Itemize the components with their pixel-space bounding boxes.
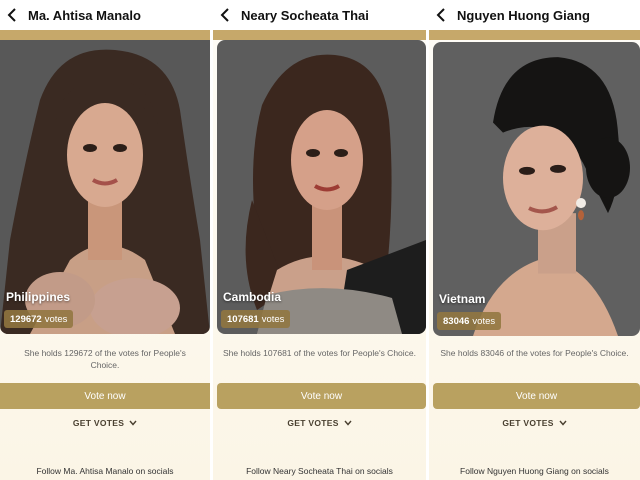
- get-votes-label: GET VOTES: [502, 418, 554, 428]
- page-header: Neary Socheata Thai: [213, 0, 426, 30]
- follow-suffix: on socials: [355, 466, 393, 476]
- votes-unit: votes: [261, 313, 285, 325]
- get-votes-label: GET VOTES: [287, 418, 339, 428]
- chevron-left-icon[interactable]: [6, 7, 20, 23]
- votes-unit: votes: [472, 315, 496, 327]
- follow-label: Follow: [36, 466, 62, 476]
- vote-now-button[interactable]: Vote now: [0, 383, 210, 409]
- follow-contestant-name: Neary Socheata Thai: [273, 466, 353, 476]
- follow-contestant-name: Ma. Ahtisa Manalo: [63, 466, 134, 476]
- votes-unit: votes: [44, 313, 68, 325]
- get-votes-toggle[interactable]: GET VOTES: [213, 416, 426, 430]
- country-label: Cambodia: [223, 290, 282, 304]
- follow-label: Follow: [460, 466, 485, 476]
- contestant-name-title: Neary Socheata Thai: [241, 7, 369, 23]
- follow-socials-text[interactable]: Follow Nguyen Huong Giang on socials: [429, 466, 640, 476]
- vote-count-badge: 83046 votes: [437, 312, 502, 330]
- follow-suffix: on socials: [571, 466, 609, 476]
- vote-now-button[interactable]: Vote now: [433, 383, 640, 409]
- chevron-left-icon[interactable]: [219, 7, 233, 23]
- vote-now-button[interactable]: Vote now: [217, 383, 426, 409]
- votes-description: She holds 107681 of the votes for People…: [223, 348, 417, 358]
- contestant-panel-vietnam: Nguyen Huong Giang Vietnam 83046 votes S…: [429, 0, 640, 480]
- contestant-photo-card[interactable]: Cambodia 107681 votes: [217, 40, 426, 334]
- follow-socials-text[interactable]: Follow Ma. Ahtisa Manalo on socials: [0, 466, 210, 476]
- follow-label: Follow: [246, 466, 271, 476]
- vote-count-badge: 129672 votes: [4, 310, 74, 328]
- page-header: Ma. Ahtisa Manalo: [0, 0, 210, 30]
- chevron-down-icon: [559, 420, 567, 426]
- votes-description: She holds 129672 of the votes for People…: [24, 348, 186, 370]
- chevron-left-icon[interactable]: [435, 7, 449, 23]
- follow-suffix: on socials: [135, 466, 174, 476]
- gold-banner: [429, 30, 640, 40]
- follow-contestant-name: Nguyen Huong Giang: [486, 466, 569, 476]
- page-header: Nguyen Huong Giang: [429, 0, 640, 30]
- country-label: Philippines: [6, 290, 71, 304]
- contestant-panel-philippines: Ma. Ahtisa Manalo Philippines 129672 vot…: [0, 0, 210, 480]
- vote-count: 129672: [10, 313, 42, 325]
- contestant-photo-card[interactable]: Philippines 129672 votes: [0, 40, 210, 334]
- contestant-photo-card[interactable]: Vietnam 83046 votes: [433, 42, 640, 336]
- votes-description: She holds 83046 of the votes for People'…: [440, 348, 629, 358]
- vote-count: 83046: [443, 315, 470, 327]
- gold-banner: [213, 30, 426, 40]
- country-label: Vietnam: [439, 292, 486, 306]
- vote-count-badge: 107681 votes: [221, 310, 291, 328]
- get-votes-toggle[interactable]: GET VOTES: [0, 416, 210, 430]
- chevron-down-icon: [344, 420, 352, 426]
- contestant-name-title: Ma. Ahtisa Manalo: [28, 7, 141, 23]
- get-votes-toggle[interactable]: GET VOTES: [429, 416, 640, 430]
- follow-socials-text[interactable]: Follow Neary Socheata Thai on socials: [213, 466, 426, 476]
- contestant-panel-cambodia: Neary Socheata Thai Cambodia 107681 vote…: [213, 0, 426, 480]
- chevron-down-icon: [129, 420, 137, 426]
- contestant-name-title: Nguyen Huong Giang: [457, 7, 590, 23]
- vote-count: 107681: [227, 313, 259, 325]
- get-votes-label: GET VOTES: [72, 418, 125, 428]
- gold-banner: [0, 30, 210, 40]
